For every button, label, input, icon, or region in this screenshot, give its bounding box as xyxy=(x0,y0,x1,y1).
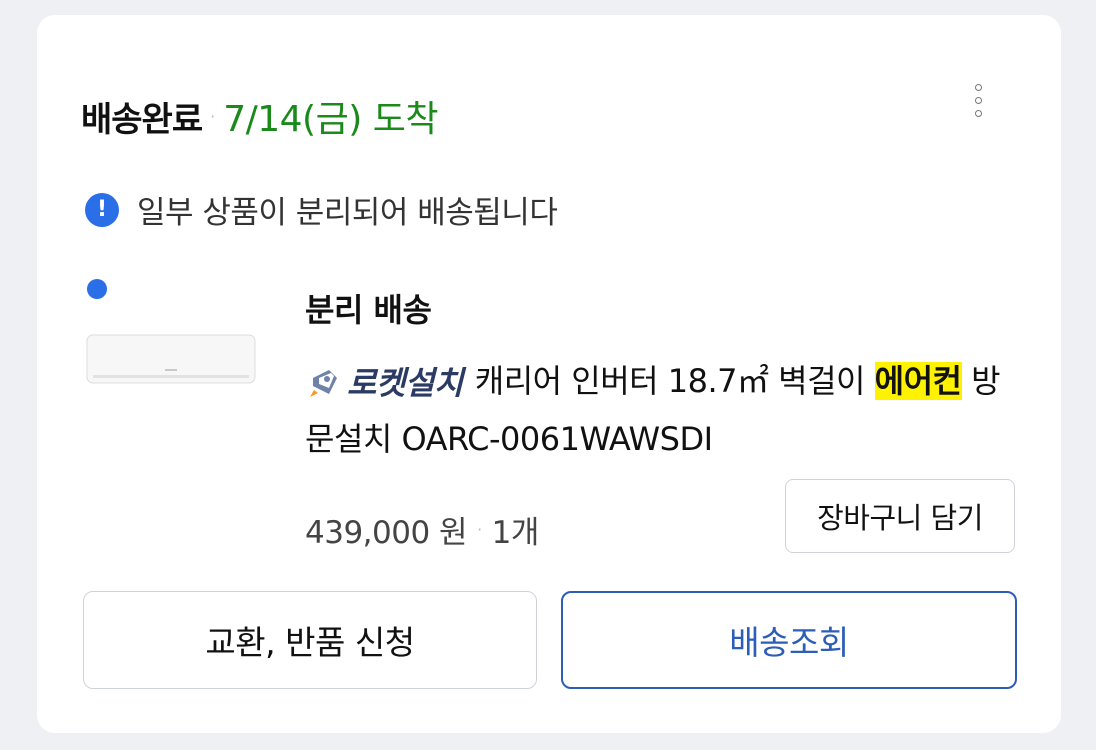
exchange-return-button[interactable]: 교환, 반품 신청 xyxy=(83,591,537,689)
rocket-install-badge: 로켓설치 xyxy=(305,355,463,411)
product-name-link[interactable]: 로켓설치 캐리어 인버터 18.7㎡ 벽걸이 에어컨 방문설치 OARC-006… xyxy=(305,353,1025,467)
price-quantity-row: 439,000 원 · 1개 xyxy=(305,507,539,552)
order-card: 배송완료 · 7/14(금) 도착 ! 일부 상품이 분리되어 배송됩니다 분리… xyxy=(37,15,1061,733)
shipment-title: 분리 배송 xyxy=(305,291,432,329)
arrival-date: 7/14(금) 도착 xyxy=(223,99,438,140)
product-name-prefix: 캐리어 인버터 18.7㎡ 벽걸이 xyxy=(474,362,875,400)
delivery-status: 배송완료 xyxy=(81,99,203,140)
separator-dot: · xyxy=(210,106,216,126)
product-quantity: 1개 xyxy=(491,515,540,551)
exclamation-icon: ! xyxy=(85,192,119,227)
track-delivery-button[interactable]: 배송조회 xyxy=(561,591,1017,689)
product-thumbnail[interactable] xyxy=(85,333,257,389)
separator-dot: · xyxy=(477,520,482,539)
add-to-cart-button[interactable]: 장바구니 담기 xyxy=(785,479,1015,553)
search-highlight: 에어컨 xyxy=(874,362,962,400)
order-header: 배송완료 · 7/14(금) 도착 xyxy=(81,90,438,142)
notice-text: 일부 상품이 분리되어 배송됩니다 xyxy=(137,195,558,231)
rocket-install-label: 로켓설치 xyxy=(347,364,463,402)
shipment-dot-icon xyxy=(87,279,107,299)
rocket-icon xyxy=(310,370,337,397)
split-notice: ! 일부 상품이 분리되어 배송됩니다 xyxy=(85,187,558,232)
product-price: 439,000 원 xyxy=(305,515,468,551)
more-options-icon[interactable] xyxy=(971,79,985,135)
